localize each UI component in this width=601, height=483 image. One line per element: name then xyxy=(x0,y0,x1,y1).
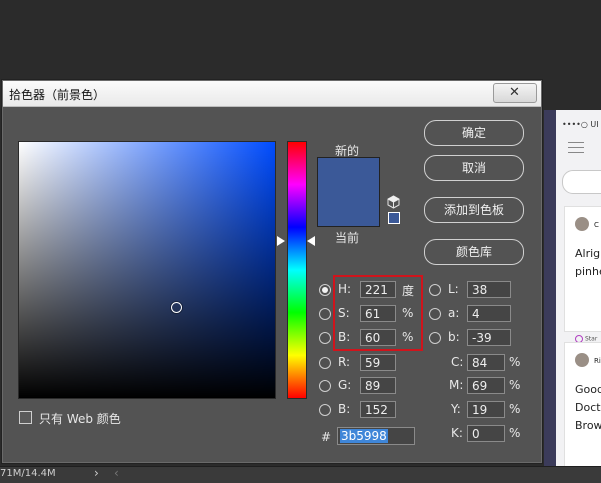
web-colors-label: 只有 Web 颜色 xyxy=(39,412,121,426)
dialog-titlebar[interactable]: 拾色器（前景色） ✕ xyxy=(3,81,541,107)
web-safe-cube-icon[interactable] xyxy=(387,195,400,209)
magenta-label: M: xyxy=(449,378,464,392)
new-color-swatch xyxy=(318,158,379,192)
card-text-line: Brow xyxy=(575,419,601,432)
document-size: 71M/14.4M xyxy=(0,468,56,479)
color-picker-dialog: 拾色器（前景色） ✕ 只有 Web 颜色 新的 当前 确定 取消 添加到色板 颜… xyxy=(2,80,542,463)
lab-a-radio[interactable] xyxy=(429,308,441,320)
add-to-swatches-button[interactable]: 添加到色板 xyxy=(424,197,524,223)
close-icon: ✕ xyxy=(509,85,520,100)
avatar xyxy=(575,217,589,231)
lab-a-label: a: xyxy=(448,306,460,320)
scroll-left-arrow[interactable]: ‹ xyxy=(114,466,119,480)
hex-hash-label: # xyxy=(321,430,332,444)
card-text-line: pinhe xyxy=(575,265,601,278)
black-label: K: xyxy=(451,426,463,440)
cyan-input[interactable]: 84 xyxy=(467,354,505,371)
saturation-brightness-field[interactable] xyxy=(18,141,276,399)
brightness-overlay xyxy=(19,142,275,398)
phone-preview: ••••○ UI C Alrig pinhe Star Ri Good Doct… xyxy=(556,110,601,466)
web-colors-checkbox[interactable] xyxy=(19,411,32,424)
yellow-label: Y: xyxy=(451,402,461,416)
close-button[interactable]: ✕ xyxy=(493,83,537,103)
red-input[interactable]: 59 xyxy=(360,354,396,371)
yellow-input[interactable]: 19 xyxy=(467,401,505,418)
yellow-unit: % xyxy=(509,402,521,416)
current-color-label: 当前 xyxy=(335,231,360,245)
workspace-background xyxy=(0,0,601,78)
black-input[interactable]: 0 xyxy=(467,425,505,442)
lab-b-input[interactable]: -39 xyxy=(467,329,511,346)
magenta-unit: % xyxy=(509,378,521,392)
red-radio[interactable] xyxy=(319,357,331,369)
brightness-label: B: xyxy=(338,330,351,344)
hue-slider-left-pointer-icon[interactable] xyxy=(277,236,285,246)
hue-label: H: xyxy=(338,282,352,296)
dialog-title: 拾色器（前景色） xyxy=(9,88,106,102)
black-unit: % xyxy=(509,426,521,440)
hue-slider-right-pointer-icon[interactable] xyxy=(307,236,315,246)
card-text-line: Good xyxy=(575,383,601,396)
blue-label: B: xyxy=(338,402,351,416)
cancel-button[interactable]: 取消 xyxy=(424,155,524,181)
status-bar: 71M/14.4M › ‹ xyxy=(0,466,601,483)
brightness-input[interactable]: 60 xyxy=(360,329,396,346)
saturation-input[interactable]: 61 xyxy=(360,305,396,322)
hue-slider[interactable] xyxy=(287,141,307,399)
brightness-radio[interactable] xyxy=(319,332,331,344)
blue-radio[interactable] xyxy=(319,404,331,416)
feed-card: C Alrig pinhe Star xyxy=(564,206,601,343)
color-swatch xyxy=(317,157,380,227)
cyan-label: C: xyxy=(451,355,464,369)
green-radio[interactable] xyxy=(319,380,331,392)
lab-l-input[interactable]: 38 xyxy=(467,281,511,298)
lab-b-label: b: xyxy=(448,330,460,344)
lab-l-radio[interactable] xyxy=(429,284,441,296)
lab-a-input[interactable]: 4 xyxy=(467,305,511,322)
artboard-edge xyxy=(544,110,556,466)
hue-radio[interactable] xyxy=(319,284,331,296)
magenta-input[interactable]: 69 xyxy=(467,377,505,394)
card-author: Ri xyxy=(594,357,601,365)
green-input[interactable]: 89 xyxy=(360,377,396,394)
saturation-unit: % xyxy=(402,306,414,320)
blue-input[interactable]: 152 xyxy=(360,401,396,418)
hex-input[interactable]: 3b5998 xyxy=(337,427,415,445)
saturation-radio[interactable] xyxy=(319,308,331,320)
card-text-line: Doct xyxy=(575,401,601,414)
web-safe-color-swatch[interactable] xyxy=(388,212,400,224)
hue-unit: 度 xyxy=(402,284,415,298)
lab-l-label: L: xyxy=(448,282,459,296)
avatar xyxy=(575,353,589,367)
brightness-unit: % xyxy=(402,330,414,344)
current-color-swatch[interactable] xyxy=(318,192,379,226)
saturation-label: S: xyxy=(338,306,350,320)
cyan-unit: % xyxy=(509,355,521,369)
green-label: G: xyxy=(338,378,352,392)
color-picker-marker[interactable] xyxy=(171,302,182,313)
hex-value-selected: 3b5998 xyxy=(340,429,388,443)
feed-card: Ri Good Doct Brow xyxy=(564,342,601,466)
hamburger-menu-icon xyxy=(568,142,584,157)
lab-b-radio[interactable] xyxy=(429,332,441,344)
phone-search-pill xyxy=(562,170,601,194)
red-label: R: xyxy=(338,355,351,369)
phone-status-bar: ••••○ UI xyxy=(562,120,599,129)
hue-input[interactable]: 221 xyxy=(360,281,396,298)
status-menu-arrow[interactable]: › xyxy=(94,466,99,480)
card-author: C xyxy=(594,221,599,229)
card-text-line: Alrig xyxy=(575,247,601,260)
ok-button[interactable]: 确定 xyxy=(424,120,524,146)
color-libraries-button[interactable]: 颜色库 xyxy=(424,239,524,265)
